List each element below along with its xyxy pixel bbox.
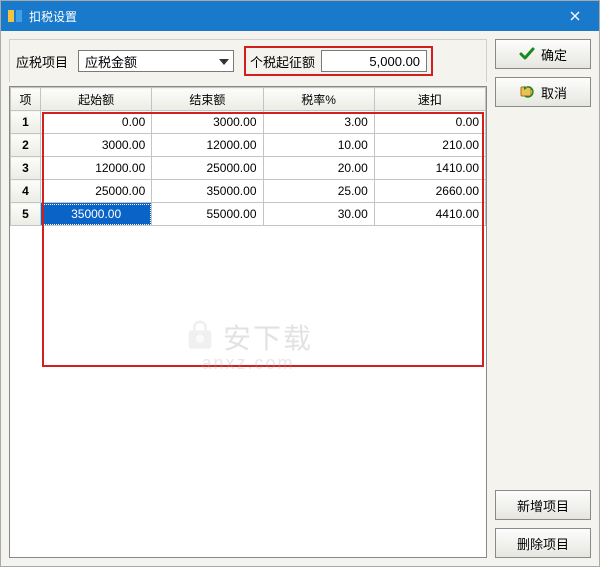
col-idx[interactable]: 项 — [11, 88, 41, 111]
filter-bar: 应税项目 应税金额 个税起征额 — [9, 39, 487, 82]
cell-end[interactable]: 55000.00 — [152, 203, 263, 226]
tax-item-combo[interactable]: 应税金额 — [78, 50, 234, 72]
cell-quick[interactable]: 0.00 — [374, 111, 485, 134]
window-title: 扣税设置 — [29, 8, 555, 25]
tax-item-label: 应税项目 — [16, 52, 68, 71]
table-row[interactable]: 10.003000.003.000.00 — [11, 111, 486, 134]
cell-rate[interactable]: 10.00 — [263, 134, 374, 157]
table-row[interactable]: 535000.0055000.0030.004410.00 — [11, 203, 486, 226]
cell-quick[interactable]: 4410.00 — [374, 203, 485, 226]
ok-button[interactable]: 确定 — [495, 39, 591, 69]
row-index[interactable]: 1 — [11, 111, 41, 134]
watermark: 安下载 anxz.com — [10, 317, 486, 374]
threshold-input[interactable] — [321, 50, 427, 72]
cell-rate[interactable]: 20.00 — [263, 157, 374, 180]
app-icon — [7, 8, 23, 24]
watermark-text: 安下载 — [223, 317, 313, 357]
cell-quick[interactable]: 2660.00 — [374, 180, 485, 203]
row-index[interactable]: 4 — [11, 180, 41, 203]
add-item-label: 新增项目 — [517, 496, 569, 515]
row-index[interactable]: 3 — [11, 157, 41, 180]
window-close-button[interactable] — [555, 1, 595, 31]
cell-end[interactable]: 3000.00 — [152, 111, 263, 134]
tax-table-container: 项 起始额 结束额 税率% 速扣 10.003000.003.000.00230… — [9, 86, 487, 558]
chevron-down-icon — [215, 54, 233, 68]
watermark-sub: anxz.com — [201, 353, 294, 374]
table-row[interactable]: 23000.0012000.0010.00210.00 — [11, 134, 486, 157]
table-row[interactable]: 425000.0035000.0025.002660.00 — [11, 180, 486, 203]
col-end[interactable]: 结束额 — [152, 88, 263, 111]
close-icon — [570, 8, 580, 24]
cell-quick[interactable]: 210.00 — [374, 134, 485, 157]
table-row[interactable]: 312000.0025000.0020.001410.00 — [11, 157, 486, 180]
check-icon — [519, 46, 535, 62]
col-start[interactable]: 起始额 — [41, 88, 152, 111]
cell-rate[interactable]: 30.00 — [263, 203, 374, 226]
col-rate[interactable]: 税率% — [263, 88, 374, 111]
cancel-button[interactable]: 取消 — [495, 77, 591, 107]
tax-item-combo-value: 应税金额 — [79, 52, 215, 71]
cell-rate[interactable]: 25.00 — [263, 180, 374, 203]
cell-start[interactable]: 3000.00 — [41, 134, 152, 157]
cell-start[interactable]: 25000.00 — [41, 180, 152, 203]
bag-icon — [183, 319, 217, 356]
table-header-row: 项 起始额 结束额 税率% 速扣 — [11, 88, 486, 111]
delete-item-label: 删除项目 — [517, 534, 569, 553]
undo-icon — [519, 84, 535, 100]
threshold-label: 个税起征额 — [250, 52, 315, 71]
ok-button-label: 确定 — [541, 45, 567, 64]
cell-quick[interactable]: 1410.00 — [374, 157, 485, 180]
threshold-highlight: 个税起征额 — [244, 46, 433, 76]
window-body: 应税项目 应税金额 个税起征额 — [1, 31, 599, 566]
tax-table[interactable]: 项 起始额 结束额 税率% 速扣 10.003000.003.000.00230… — [10, 87, 486, 226]
cell-end[interactable]: 12000.00 — [152, 134, 263, 157]
cell-start[interactable]: 12000.00 — [41, 157, 152, 180]
row-index[interactable]: 5 — [11, 203, 41, 226]
row-index[interactable]: 2 — [11, 134, 41, 157]
add-item-button[interactable]: 新增项目 — [495, 490, 591, 520]
button-panel: 确定 取消 新增项目 删除项目 — [495, 39, 591, 558]
window: 扣税设置 应税项目 应税金额 个税起征额 — [0, 0, 600, 567]
cancel-button-label: 取消 — [541, 83, 567, 102]
delete-item-button[interactable]: 删除项目 — [495, 528, 591, 558]
cell-start[interactable]: 35000.00 — [41, 203, 152, 226]
titlebar: 扣税设置 — [1, 1, 599, 31]
cell-rate[interactable]: 3.00 — [263, 111, 374, 134]
cell-end[interactable]: 25000.00 — [152, 157, 263, 180]
cell-end[interactable]: 35000.00 — [152, 180, 263, 203]
cell-start[interactable]: 0.00 — [41, 111, 152, 134]
col-quick[interactable]: 速扣 — [374, 88, 485, 111]
